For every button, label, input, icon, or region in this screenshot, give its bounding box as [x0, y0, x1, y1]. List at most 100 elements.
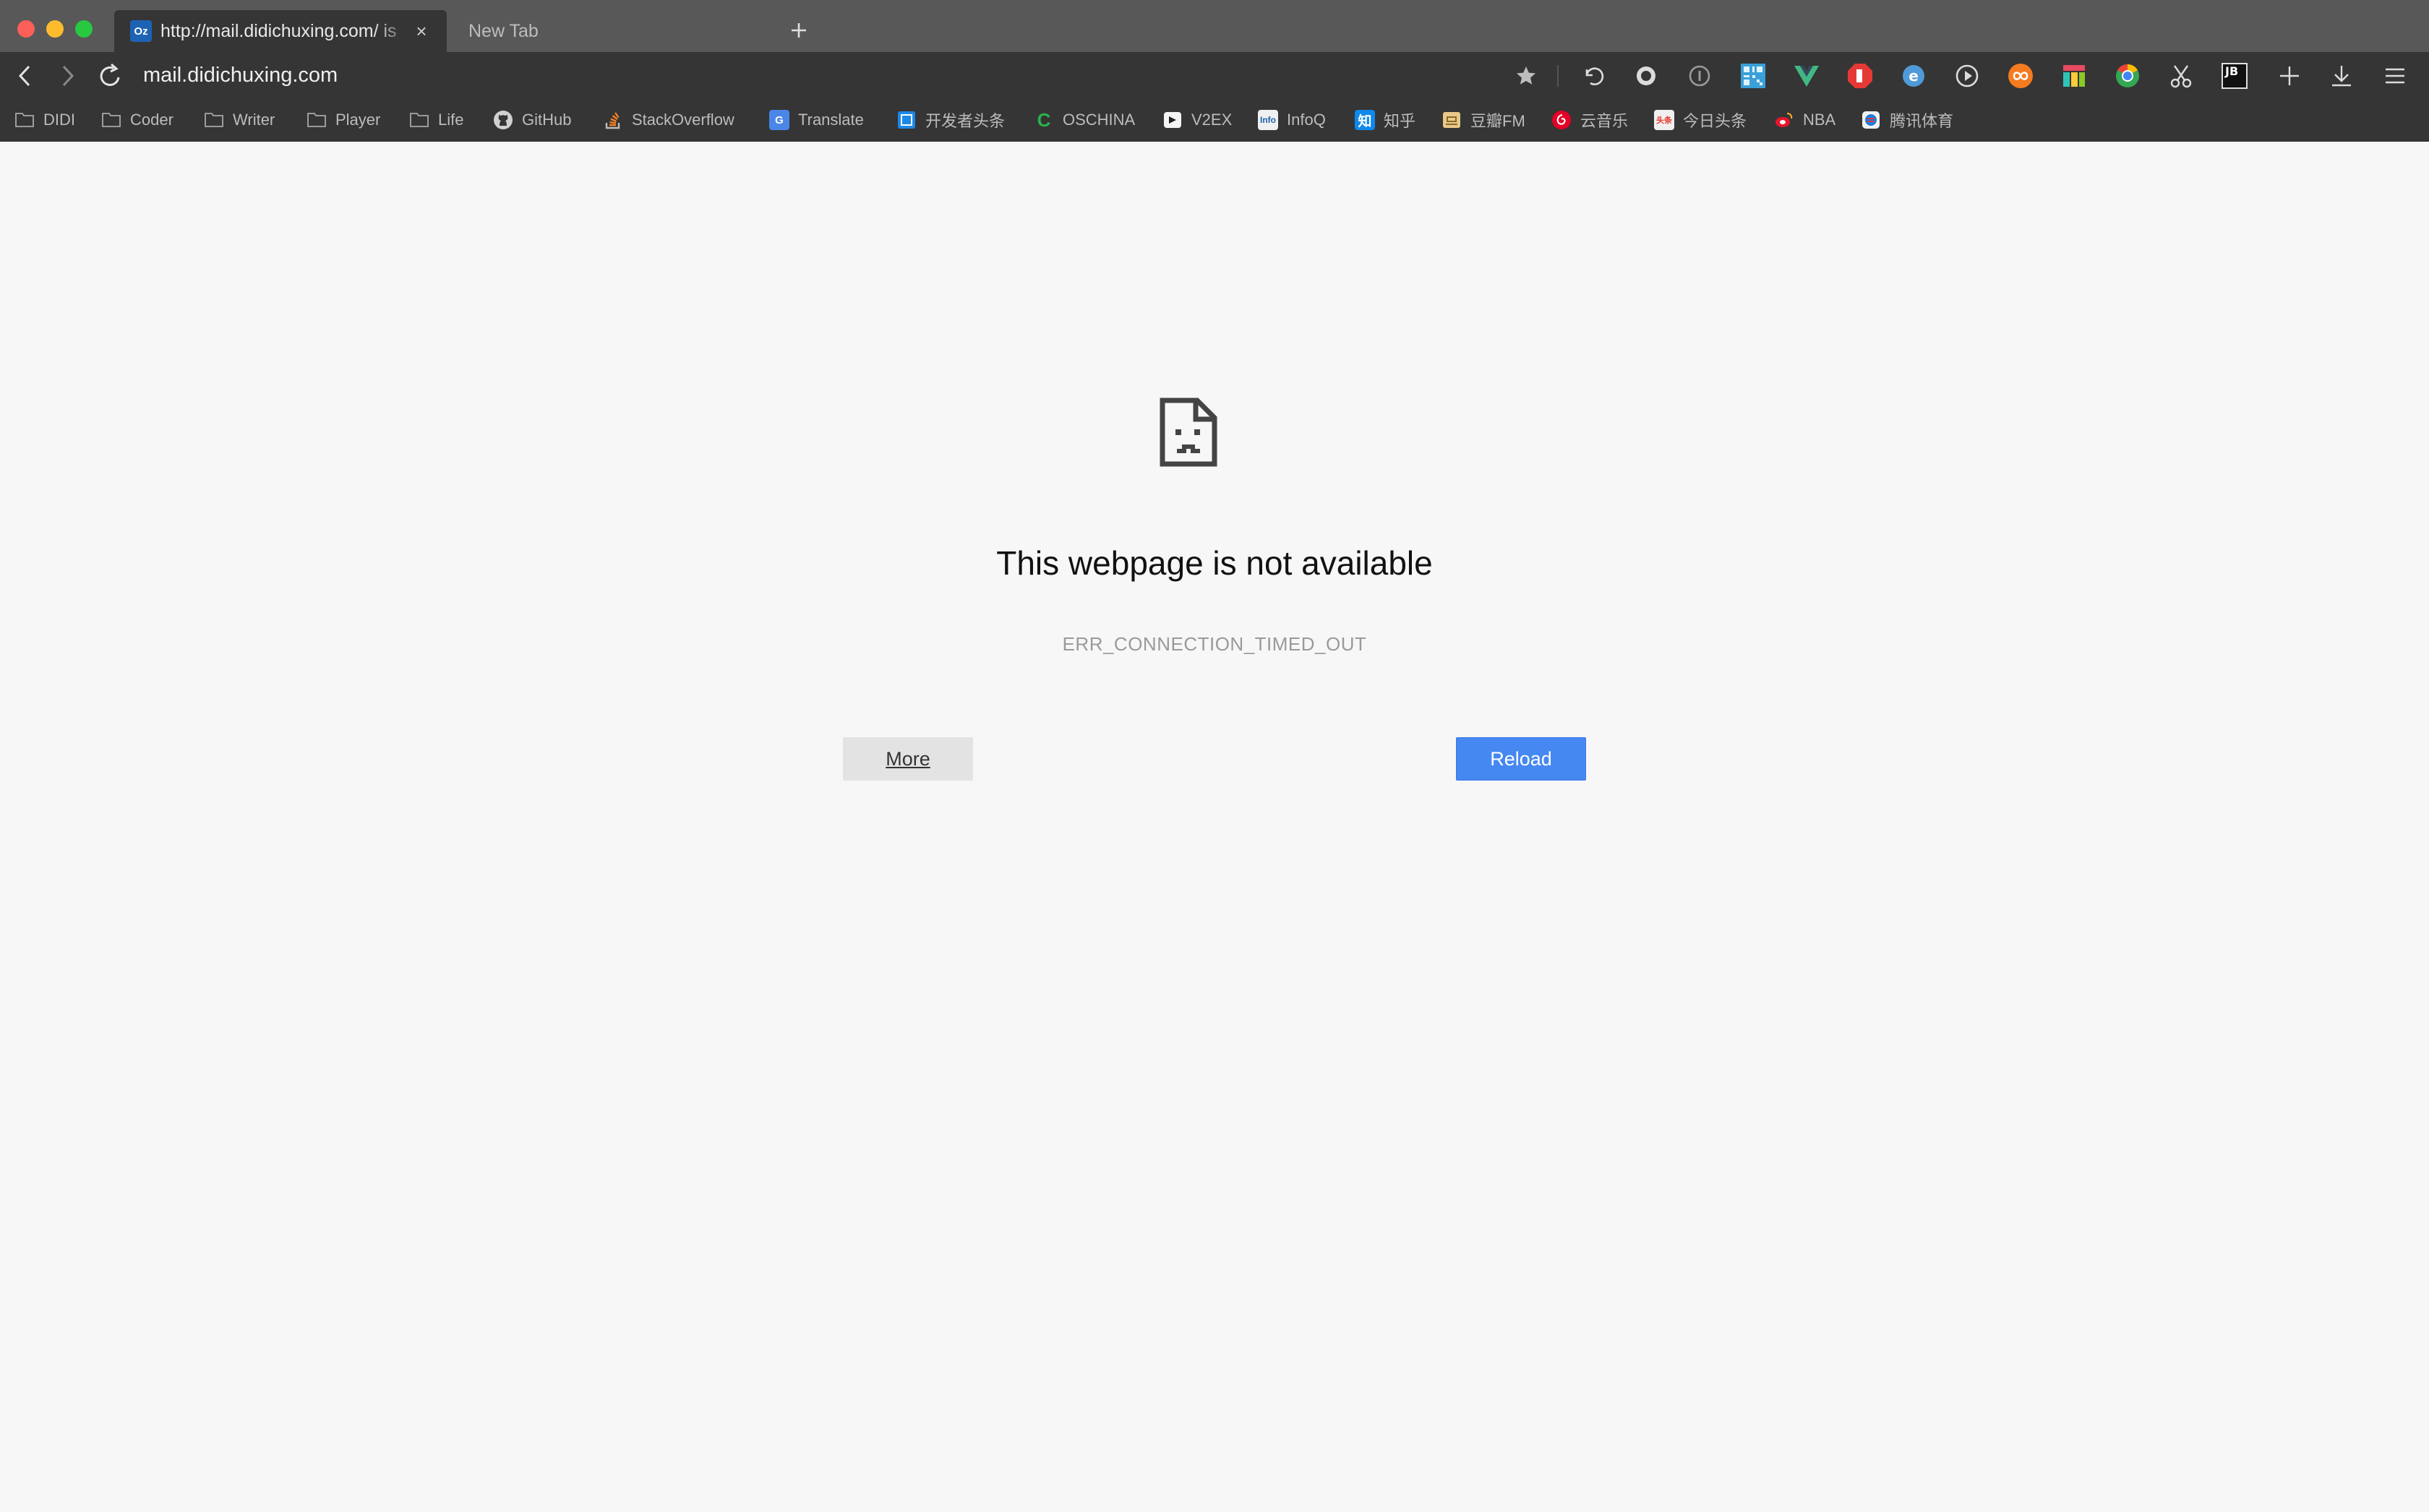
folder-icon — [14, 110, 35, 130]
bookmark-label: 开发者头条 — [925, 112, 1006, 130]
info-icon[interactable] — [1683, 59, 1716, 93]
bookmark-label: 知乎 — [1384, 112, 1416, 130]
undo-icon[interactable] — [1576, 59, 1609, 93]
bookmark-label: 云音乐 — [1580, 112, 1629, 130]
toutiao-dev-icon — [896, 110, 917, 130]
bookmark-github[interactable]: GitHub — [493, 108, 571, 132]
reload-button[interactable] — [95, 61, 126, 91]
window-minimize-button[interactable] — [46, 20, 64, 38]
bookmark-label: StackOverflow — [632, 111, 734, 129]
more-button[interactable]: More — [843, 737, 973, 781]
chevron-right-icon — [62, 65, 74, 87]
color-palette-icon[interactable] — [2057, 59, 2091, 93]
bookmark-douban-fm[interactable]: 豆瓣FM — [1441, 108, 1525, 132]
bookmark-translate[interactable]: G Translate — [769, 108, 864, 132]
douban-fm-icon — [1441, 110, 1462, 130]
chrome-icon[interactable] — [2111, 59, 2144, 93]
bookmark-star-icon[interactable] — [1509, 59, 1543, 93]
bookmark-netease-music[interactable]: 云音乐 — [1551, 108, 1628, 132]
forward-button[interactable] — [52, 61, 82, 91]
bookmark-v2ex[interactable]: V2EX — [1162, 108, 1232, 132]
stackoverflow-icon — [603, 110, 623, 130]
address-bar[interactable]: mail.didichuxing.com — [143, 64, 338, 87]
v2ex-icon — [1162, 110, 1183, 130]
bookmark-tencent-sports[interactable]: 腾讯体育 — [1861, 108, 1953, 132]
plus-icon[interactable] — [2273, 59, 2306, 93]
tab-mail-didichuxing[interactable]: Oz http://mail.didichuxing.com/ is × — [114, 10, 447, 52]
toolbar-divider — [1557, 65, 1559, 87]
bookmark-label: Translate — [798, 111, 864, 129]
window-maximize-button[interactable] — [75, 20, 93, 38]
zhihu-icon: 知 — [1355, 110, 1375, 130]
bookmark-label: Player — [335, 111, 381, 129]
toutiao-icon: 头条 — [1654, 110, 1674, 130]
plus-icon — [792, 23, 806, 38]
bookmark-infoq[interactable]: Info InfoQ — [1258, 108, 1326, 132]
error-title: This webpage is not available — [996, 544, 1433, 582]
folder-icon — [409, 110, 429, 130]
folder-icon — [204, 110, 224, 130]
bookmark-label: 腾讯体育 — [1890, 112, 1954, 130]
bookmark-nba[interactable]: NBA — [1774, 108, 1835, 132]
infinity-icon[interactable] — [2004, 59, 2037, 93]
bookmark-label: InfoQ — [1287, 111, 1326, 129]
netease-music-icon — [1551, 110, 1572, 130]
scissors-icon[interactable] — [2164, 59, 2198, 93]
bookmark-label: 今日头条 — [1683, 112, 1747, 130]
error-code: ERR_CONNECTION_TIMED_OUT — [1062, 633, 1367, 655]
bookmark-folder-coder[interactable]: Coder — [101, 108, 174, 132]
bookmark-folder-player[interactable]: Player — [307, 108, 380, 132]
error-page: This webpage is not available ERR_CONNEC… — [0, 142, 2429, 1512]
bookmark-toutiao-dev[interactable]: 开发者头条 — [896, 108, 1005, 132]
vue-devtools-icon[interactable] — [1790, 59, 1823, 93]
bookmark-folder-life[interactable]: Life — [409, 108, 463, 132]
jetbrains-label: JB — [2222, 63, 2248, 89]
bookmark-label: NBA — [1803, 111, 1836, 129]
refresh-icon — [100, 63, 120, 86]
sad-file-icon — [1160, 398, 1217, 467]
reload-page-button[interactable]: Reload — [1456, 737, 1586, 781]
oschina-icon: C — [1037, 108, 1051, 131]
bookmark-folder-didi[interactable]: DIDI — [14, 108, 75, 132]
bookmark-label: OSCHINA — [1063, 111, 1136, 129]
back-button[interactable] — [10, 61, 40, 91]
bookmark-toutiao[interactable]: 头条 今日头条 — [1654, 108, 1747, 132]
toolbar: mail.didichuxing.com e JB — [0, 52, 2429, 100]
bookmark-folder-writer[interactable]: Writer — [204, 108, 275, 132]
new-tab-button[interactable] — [787, 14, 811, 46]
weibo-icon — [1774, 110, 1794, 130]
record-icon[interactable] — [1629, 59, 1663, 93]
close-icon[interactable]: × — [412, 22, 431, 40]
jetbrains-icon[interactable]: JB — [2218, 59, 2251, 93]
google-translate-icon: G — [769, 110, 789, 130]
download-icon[interactable] — [2325, 59, 2358, 93]
outlook-icon: Oz — [130, 20, 152, 42]
bookmark-label: Writer — [233, 111, 275, 129]
tab-title: New Tab — [468, 20, 539, 41]
chevron-left-icon — [18, 65, 30, 87]
ie-tab-icon[interactable]: e — [1897, 59, 1930, 93]
folder-icon — [307, 110, 327, 130]
window-close-button[interactable] — [17, 20, 35, 38]
infoq-icon: Info — [1258, 110, 1278, 130]
menu-icon[interactable] — [2378, 59, 2412, 93]
svg-text:e: e — [1908, 67, 1919, 85]
bookmark-zhihu[interactable]: 知 知乎 — [1355, 108, 1415, 132]
tab-new-tab[interactable]: New Tab — [453, 10, 771, 52]
tab-title: http://mail.didichuxing.com/ is — [160, 20, 397, 41]
folder-icon — [101, 110, 121, 130]
github-icon — [493, 110, 513, 130]
tencent-sports-icon — [1861, 110, 1881, 130]
bookmark-label: Life — [438, 111, 464, 129]
bookmark-label: GitHub — [522, 111, 572, 129]
bookmark-label: Coder — [130, 111, 174, 129]
bookmark-label: DIDI — [43, 111, 75, 129]
bookmarks-bar: DIDI Coder Writer Player Life GitHub Sta… — [0, 100, 2429, 142]
bookmark-oschina[interactable]: C OSCHINA — [1034, 108, 1136, 132]
tab-strip: Oz http://mail.didichuxing.com/ is × New… — [0, 0, 2429, 52]
play-icon[interactable] — [1950, 59, 1984, 93]
adblock-icon[interactable] — [1843, 59, 1877, 93]
bookmark-label: V2EX — [1191, 111, 1233, 129]
bookmark-stackoverflow[interactable]: StackOverflow — [603, 108, 734, 132]
qr-code-icon[interactable] — [1736, 59, 1770, 93]
